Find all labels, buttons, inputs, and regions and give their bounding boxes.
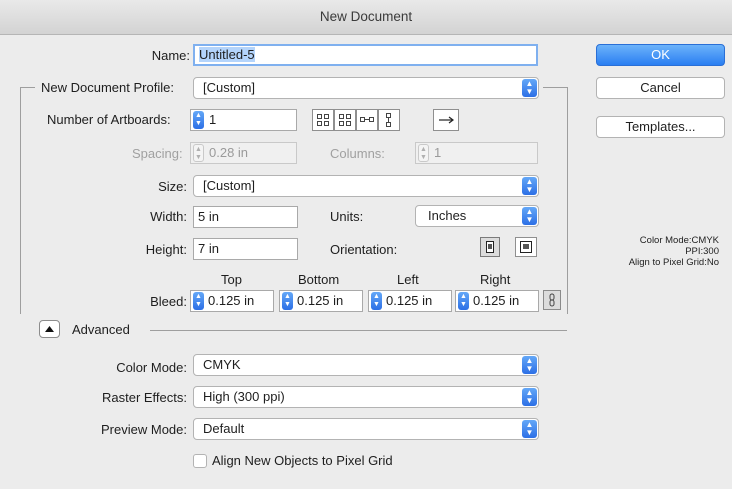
- arrange-by-column-button[interactable]: [378, 109, 400, 131]
- artboards-input[interactable]: ▲ ▼ 1: [190, 109, 297, 131]
- artboards-value: 1: [209, 112, 217, 127]
- bleed-left-input[interactable]: ▲ ▼ 0.125 in: [368, 290, 452, 312]
- bleed-link-button[interactable]: [543, 290, 561, 310]
- bleed-top-label: Top: [221, 272, 242, 287]
- left-to-right-layout-icon: [439, 116, 454, 124]
- bleed-bottom-input[interactable]: ▲ ▼ 0.125 in: [279, 290, 363, 312]
- triangle-up-icon: [45, 326, 54, 332]
- columns-value: 1: [434, 145, 442, 160]
- raster-effects-value: High (300 ppi): [203, 389, 285, 404]
- arrange-by-row-button[interactable]: [356, 109, 378, 131]
- chevron-updown-icon: ▲ ▼: [522, 420, 537, 438]
- bleed-left-stepper[interactable]: ▲ ▼: [371, 292, 382, 310]
- name-value: Untitled-5: [199, 47, 255, 62]
- name-label: Name:: [151, 48, 190, 63]
- color-mode-value: CMYK: [203, 357, 241, 372]
- ok-button[interactable]: OK: [596, 44, 725, 66]
- bleed-bottom-stepper[interactable]: ▲ ▼: [282, 292, 293, 310]
- summary-align-pixel-grid: Align to Pixel Grid:No: [628, 257, 719, 268]
- window-title: New Document: [319, 9, 413, 24]
- chevron-updown-icon: ▲ ▼: [522, 207, 537, 225]
- bleed-label: Bleed:: [150, 294, 187, 309]
- grid-by-column-icon: [339, 114, 351, 126]
- align-pixel-grid-checkbox[interactable]: [193, 454, 207, 468]
- summary-color-mode: Color Mode:CMYK: [639, 235, 719, 246]
- color-mode-label: Color Mode:: [116, 360, 187, 375]
- arrange-by-row-icon: [360, 117, 374, 122]
- chevron-updown-icon: ▲ ▼: [522, 356, 537, 374]
- left-to-right-layout-button[interactable]: [433, 109, 459, 131]
- chevron-updown-icon: ▲ ▼: [522, 177, 537, 195]
- name-input[interactable]: Untitled-5: [193, 44, 538, 66]
- cancel-button[interactable]: Cancel: [596, 77, 725, 99]
- align-pixel-grid-label[interactable]: Align New Objects to Pixel Grid: [212, 453, 393, 468]
- chevron-updown-icon: ▲ ▼: [522, 79, 537, 97]
- bleed-bottom-label: Bottom: [298, 272, 340, 287]
- bleed-left-label: Left: [397, 272, 419, 287]
- bleed-top-input[interactable]: ▲ ▼ 0.125 in: [190, 290, 274, 312]
- height-input[interactable]: 7 in: [193, 238, 298, 260]
- preview-mode-label: Preview Mode:: [101, 422, 187, 437]
- profile-group-border-left: [20, 87, 35, 88]
- raster-effects-label: Raster Effects:: [101, 390, 187, 405]
- grid-by-row-icon: [317, 114, 329, 126]
- portrait-icon: [486, 241, 494, 253]
- link-icon: [549, 293, 555, 307]
- profile-value: [Custom]: [203, 80, 256, 95]
- profile-label: New Document Profile:: [41, 80, 174, 95]
- grid-by-column-button[interactable]: [334, 109, 356, 131]
- columns-stepper[interactable]: ▲ ▼: [418, 144, 429, 162]
- columns-label: Columns:: [330, 146, 385, 161]
- bleed-right-label: Right: [480, 272, 511, 287]
- orientation-label: Orientation:: [330, 242, 398, 257]
- raster-effects-select[interactable]: High (300 ppi) ▲ ▼: [193, 386, 539, 408]
- bleed-left-value: 0.125 in: [386, 293, 433, 308]
- summary-ppi: PPI:300: [685, 246, 719, 257]
- bleed-top-value: 0.125 in: [208, 293, 255, 308]
- bleed-right-stepper[interactable]: ▲ ▼: [458, 292, 469, 310]
- height-label: Height:: [145, 242, 187, 257]
- size-label: Size:: [158, 179, 187, 194]
- bleed-top-stepper[interactable]: ▲ ▼: [193, 292, 204, 310]
- artboards-stepper[interactable]: ▲ ▼: [193, 111, 204, 129]
- preview-mode-value: Default: [203, 421, 245, 436]
- height-value: 7 in: [198, 241, 219, 256]
- profile-group-border-right: [543, 87, 568, 88]
- units-value: Inches: [428, 208, 467, 223]
- title-bar: New Document: [0, 0, 732, 35]
- portrait-orientation-button[interactable]: [480, 237, 500, 257]
- chevron-updown-icon: ▲ ▼: [522, 388, 537, 406]
- spacing-label: Spacing:: [132, 146, 183, 161]
- width-label: Width:: [150, 209, 187, 224]
- units-select[interactable]: Inches ▲ ▼: [415, 205, 539, 227]
- grid-by-row-button[interactable]: [312, 109, 334, 131]
- size-value: [Custom]: [203, 178, 256, 193]
- bleed-right-value: 0.125 in: [473, 293, 520, 308]
- profile-group-border-side: [20, 87, 21, 314]
- landscape-icon: [520, 241, 532, 253]
- templates-button[interactable]: Templates...: [596, 116, 725, 138]
- spacing-value: 0.28 in: [209, 145, 249, 160]
- advanced-label: Advanced: [72, 322, 130, 337]
- profile-group-border-side-right: [567, 87, 568, 314]
- units-label: Units:: [330, 209, 364, 224]
- arrange-by-column-icon: [386, 113, 391, 127]
- profile-select[interactable]: [Custom] ▲ ▼: [193, 77, 539, 99]
- spacing-input[interactable]: ▲ ▼ 0.28 in: [190, 142, 297, 164]
- columns-input[interactable]: ▲ ▼ 1: [415, 142, 538, 164]
- bleed-right-input[interactable]: ▲ ▼ 0.125 in: [455, 290, 539, 312]
- color-mode-select[interactable]: CMYK ▲ ▼: [193, 354, 539, 376]
- artboards-label: Number of Artboards:: [47, 112, 171, 127]
- width-input[interactable]: 5 in: [193, 206, 298, 228]
- landscape-orientation-button[interactable]: [515, 237, 537, 257]
- size-select[interactable]: [Custom] ▲ ▼: [193, 175, 539, 197]
- spacing-stepper[interactable]: ▲ ▼: [193, 144, 204, 162]
- advanced-toggle-button[interactable]: [39, 320, 60, 338]
- advanced-divider: [150, 330, 567, 331]
- preview-mode-select[interactable]: Default ▲ ▼: [193, 418, 539, 440]
- bleed-bottom-value: 0.125 in: [297, 293, 344, 308]
- width-value: 5 in: [198, 209, 219, 224]
